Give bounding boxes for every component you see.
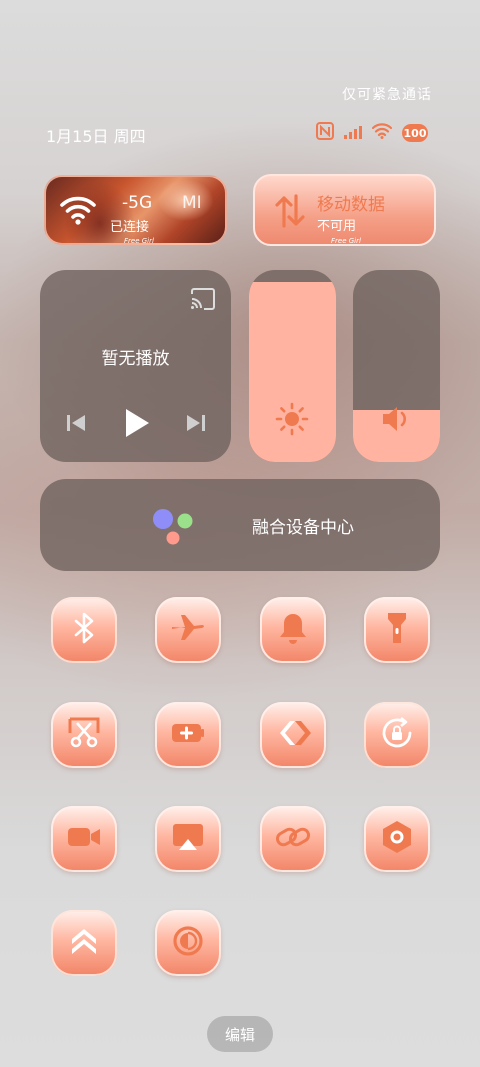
video-camera-icon	[66, 819, 102, 859]
wifi-icon	[60, 195, 96, 229]
battery-saver-tile[interactable]	[155, 702, 221, 768]
rotation-lock-tile[interactable]	[364, 702, 430, 768]
wallpaper-tag: Free Girl	[124, 237, 154, 245]
fusion-device-center-label: 融合设备中心	[252, 518, 354, 538]
screenshot-tile[interactable]	[51, 702, 117, 768]
play-icon[interactable]	[124, 408, 150, 442]
mobile-data-status: 不可用	[317, 219, 357, 234]
brightness-slider[interactable]	[249, 270, 336, 462]
previous-icon[interactable]	[66, 413, 86, 437]
edit-button[interactable]: 编辑	[207, 1016, 273, 1052]
link-icon	[275, 819, 311, 859]
volume-icon	[381, 404, 413, 438]
bluetooth-icon	[66, 610, 102, 650]
screen-cast-tile[interactable]	[155, 806, 221, 872]
share-arrows-icon	[275, 715, 311, 755]
media-player-card[interactable]: 暂无播放	[40, 270, 231, 462]
link-tile[interactable]	[260, 806, 326, 872]
scissors-icon	[66, 715, 102, 755]
fusion-device-center[interactable]: 融合设备中心	[40, 479, 440, 571]
battery-plus-icon	[170, 715, 206, 755]
screen-record-tile[interactable]	[51, 806, 117, 872]
dark-mode-tile[interactable]	[155, 910, 221, 976]
now-playing-text: 暂无播放	[101, 349, 170, 369]
wifi-network-name: -5G	[122, 193, 153, 213]
wifi-network-name-suffix: MI	[182, 193, 202, 213]
bluetooth-tile[interactable]	[51, 597, 117, 663]
next-icon[interactable]	[186, 413, 206, 437]
flashlight-tile[interactable]	[364, 597, 430, 663]
hexagon-icon	[379, 819, 415, 859]
chevrons-up-icon	[66, 923, 102, 963]
nfc-icon	[316, 122, 334, 144]
nearby-share-tile[interactable]	[260, 702, 326, 768]
brightness-icon	[275, 402, 309, 440]
airplane-mode-tile[interactable]	[155, 597, 221, 663]
data-transfer-icon	[275, 194, 305, 232]
emergency-calls-only: 仅可紧急通话	[342, 87, 432, 103]
signal-icon	[344, 124, 362, 143]
battery-icon: 100	[402, 124, 428, 142]
flashlight-icon	[379, 610, 415, 650]
date-label: 1月15日 周四	[46, 127, 146, 146]
airplay-icon	[170, 819, 206, 859]
mobile-data-card[interactable]: 移动数据 不可用 Free Girl	[253, 174, 436, 246]
settings-tile[interactable]	[364, 806, 430, 872]
rotation-lock-icon	[379, 715, 415, 755]
wifi-card[interactable]: -5G MI 已连接 Free Girl	[44, 175, 227, 245]
volume-slider[interactable]	[353, 270, 440, 462]
mobile-data-title: 移动数据	[317, 195, 385, 215]
performance-mode-tile[interactable]	[51, 910, 117, 976]
airplane-icon	[170, 610, 206, 650]
wallpaper-tag: Free Girl	[331, 237, 361, 245]
cast-icon[interactable]	[190, 288, 216, 314]
fusion-dots-icon	[151, 507, 197, 551]
wifi-status: 已连接	[110, 220, 150, 235]
contrast-icon	[170, 923, 206, 963]
bell-icon	[275, 610, 311, 650]
ringer-tile[interactable]	[260, 597, 326, 663]
status-icons: 100	[316, 122, 428, 144]
wifi-icon	[371, 123, 393, 143]
